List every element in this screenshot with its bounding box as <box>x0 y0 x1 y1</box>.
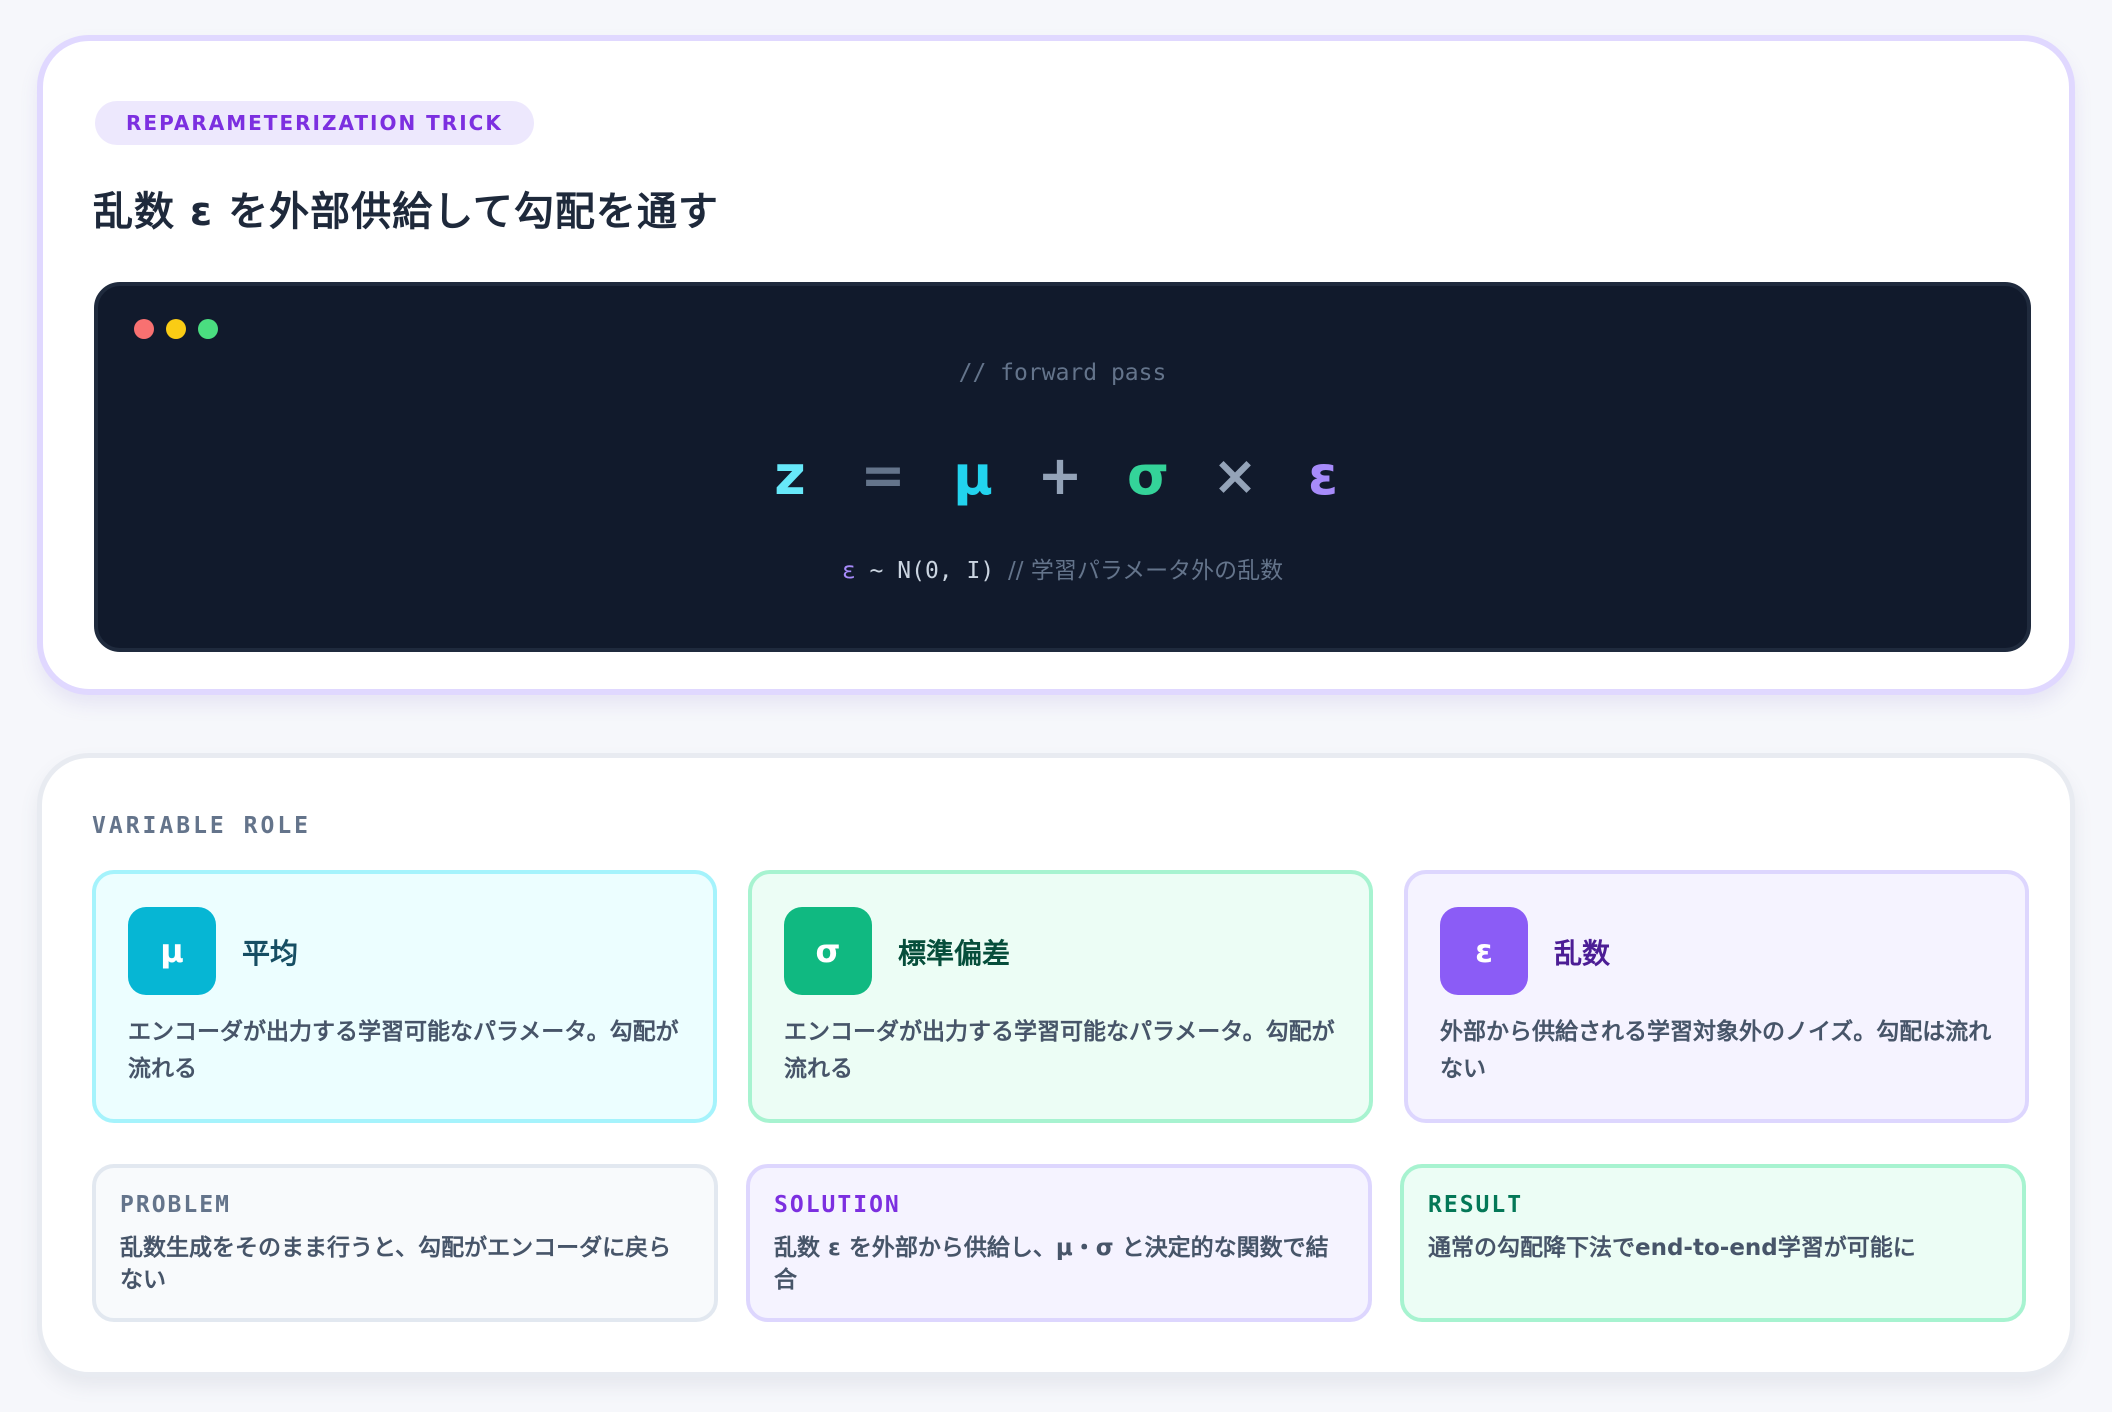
section-tag: REPARAMETERIZATION TRICK <box>95 101 534 145</box>
role-desc-epsilon: 外部から供給される学習対象外のノイズ。勾配は流れない <box>1440 1019 1992 1082</box>
variable-role-label: VARIABLE ROLE <box>92 813 312 839</box>
role-desc-sigma: エンコーダが出力する学習可能なパラメータ。勾配が流れる <box>784 1019 1335 1082</box>
formula-epsilon: ε <box>1307 444 1339 507</box>
result-note: RESULT 通常の勾配降下法でend-to-end学習が可能に <box>1400 1164 2026 1322</box>
problem-heading: PROBLEM <box>120 1192 231 1218</box>
distribution-epsilon: ε <box>841 558 856 584</box>
formula-z: z <box>774 444 806 507</box>
role-card-sigma: σ 標準偏差 エンコーダが出力する学習可能なパラメータ。勾配が流れる <box>748 870 1373 1123</box>
solution-note: SOLUTION 乱数 ε を外部から供給し、μ・σ と決定的な関数で結合 <box>746 1164 1372 1322</box>
page-title: 乱数 ε を外部供給して勾配を通す <box>93 189 719 235</box>
distribution-line: ε ~ N(0, I) // 学習パラメータ外の乱数 <box>98 551 2027 585</box>
role-name-epsilon: 乱数 <box>1554 937 1611 970</box>
trick-card: REPARAMETERIZATION TRICK 乱数 ε を外部供給して勾配を… <box>37 35 2075 695</box>
problem-text: 乱数生成をそのまま行うと、勾配がエンコーダに戻らない <box>120 1235 672 1293</box>
result-text: 通常の勾配降下法でend-to-end学習が可能に <box>1428 1235 1916 1261</box>
epsilon-badge: ε <box>1440 907 1528 995</box>
result-heading: RESULT <box>1428 1192 1524 1218</box>
formula-sigma: σ <box>1126 444 1170 507</box>
distribution-expression: ~ N(0, I) <box>855 558 1009 584</box>
solution-text: 乱数 ε を外部から供給し、μ・σ と決定的な関数で結合 <box>774 1235 1329 1293</box>
role-card-epsilon: ε 乱数 外部から供給される学習対象外のノイズ。勾配は流れない <box>1404 870 2029 1123</box>
problem-note: PROBLEM 乱数生成をそのまま行うと、勾配がエンコーダに戻らない <box>92 1164 718 1322</box>
window-maximize-dot <box>198 319 218 339</box>
window-minimize-dot <box>166 319 186 339</box>
role-name-sigma: 標準偏差 <box>898 937 1011 970</box>
window-close-dot <box>134 319 154 339</box>
formula-equals: = <box>860 444 906 507</box>
formula-mu: μ <box>953 444 993 507</box>
distribution-comment: // 学習パラメータ外の乱数 <box>1008 558 1284 584</box>
solution-heading: SOLUTION <box>774 1192 901 1218</box>
formula: z = μ + σ × ε <box>98 441 2027 511</box>
formula-times: × <box>1212 444 1258 507</box>
code-window: // forward pass z = μ + σ × ε ε ~ N(0, I… <box>94 282 2031 652</box>
role-name-mu: 平均 <box>242 937 299 970</box>
sigma-badge: σ <box>784 907 872 995</box>
code-comment: // forward pass <box>958 360 1167 386</box>
roles-card: VARIABLE ROLE μ 平均 エンコーダが出力する学習可能なパラメータ。… <box>37 753 2075 1377</box>
role-desc-mu: エンコーダが出力する学習可能なパラメータ。勾配が流れる <box>128 1019 679 1082</box>
formula-plus: + <box>1037 444 1083 507</box>
mu-badge: μ <box>128 907 216 995</box>
role-card-mu: μ 平均 エンコーダが出力する学習可能なパラメータ。勾配が流れる <box>92 870 717 1123</box>
